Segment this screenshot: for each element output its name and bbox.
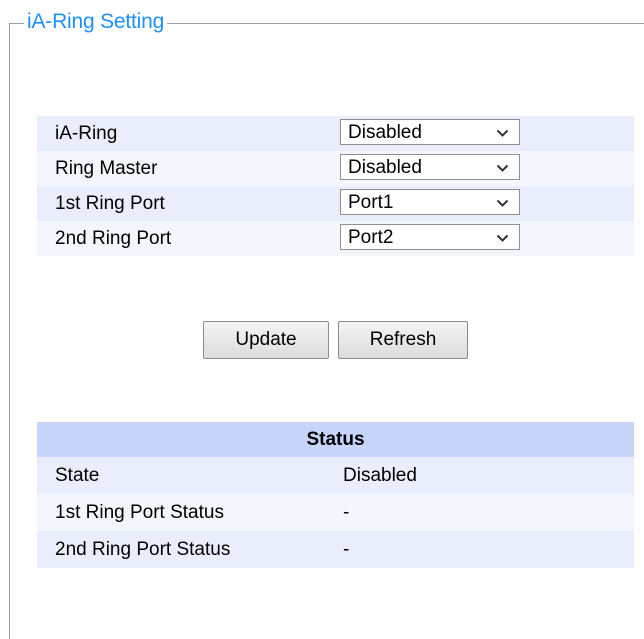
chevron-down-icon bbox=[496, 129, 509, 137]
fieldset-legend: iA-Ring Setting bbox=[24, 8, 168, 36]
setting-label: iA-Ring bbox=[55, 123, 118, 144]
status-value: - bbox=[343, 502, 350, 523]
select-value: Port2 bbox=[348, 227, 394, 248]
select-value: Disabled bbox=[348, 122, 422, 143]
setting-row-1st-ring-port: 1st Ring Port Port1 bbox=[37, 186, 634, 221]
ia-ring-select[interactable]: Disabled bbox=[340, 119, 520, 145]
fieldset-border-left bbox=[9, 23, 10, 639]
status-value: Disabled bbox=[343, 465, 417, 486]
status-header: Status bbox=[37, 422, 634, 457]
setting-row-2nd-ring-port: 2nd Ring Port Port2 bbox=[37, 221, 634, 256]
setting-row-ring-master: Ring Master Disabled bbox=[37, 151, 634, 186]
setting-label: Ring Master bbox=[55, 158, 158, 179]
status-row-state: State Disabled bbox=[37, 457, 634, 494]
status-key: 2nd Ring Port Status bbox=[55, 539, 231, 560]
setting-row-ia-ring: iA-Ring Disabled bbox=[37, 116, 634, 151]
select-value: Port1 bbox=[348, 192, 394, 213]
status-key: 1st Ring Port Status bbox=[55, 502, 224, 523]
setting-label: 2nd Ring Port bbox=[55, 228, 172, 249]
ring-master-select[interactable]: Disabled bbox=[340, 154, 520, 180]
update-button[interactable]: Update bbox=[203, 321, 329, 359]
refresh-button[interactable]: Refresh bbox=[338, 321, 468, 359]
chevron-down-icon bbox=[496, 234, 509, 242]
select-value: Disabled bbox=[348, 157, 422, 178]
setting-label: 1st Ring Port bbox=[55, 193, 165, 214]
2nd-ring-port-select[interactable]: Port2 bbox=[340, 224, 520, 250]
status-row-1st-ring-port: 1st Ring Port Status - bbox=[37, 494, 634, 531]
chevron-down-icon bbox=[496, 164, 509, 172]
status-value: - bbox=[343, 539, 350, 560]
status-row-2nd-ring-port: 2nd Ring Port Status - bbox=[37, 531, 634, 568]
chevron-down-icon bbox=[496, 199, 509, 207]
1st-ring-port-select[interactable]: Port1 bbox=[340, 189, 520, 215]
status-key: State bbox=[55, 465, 100, 486]
